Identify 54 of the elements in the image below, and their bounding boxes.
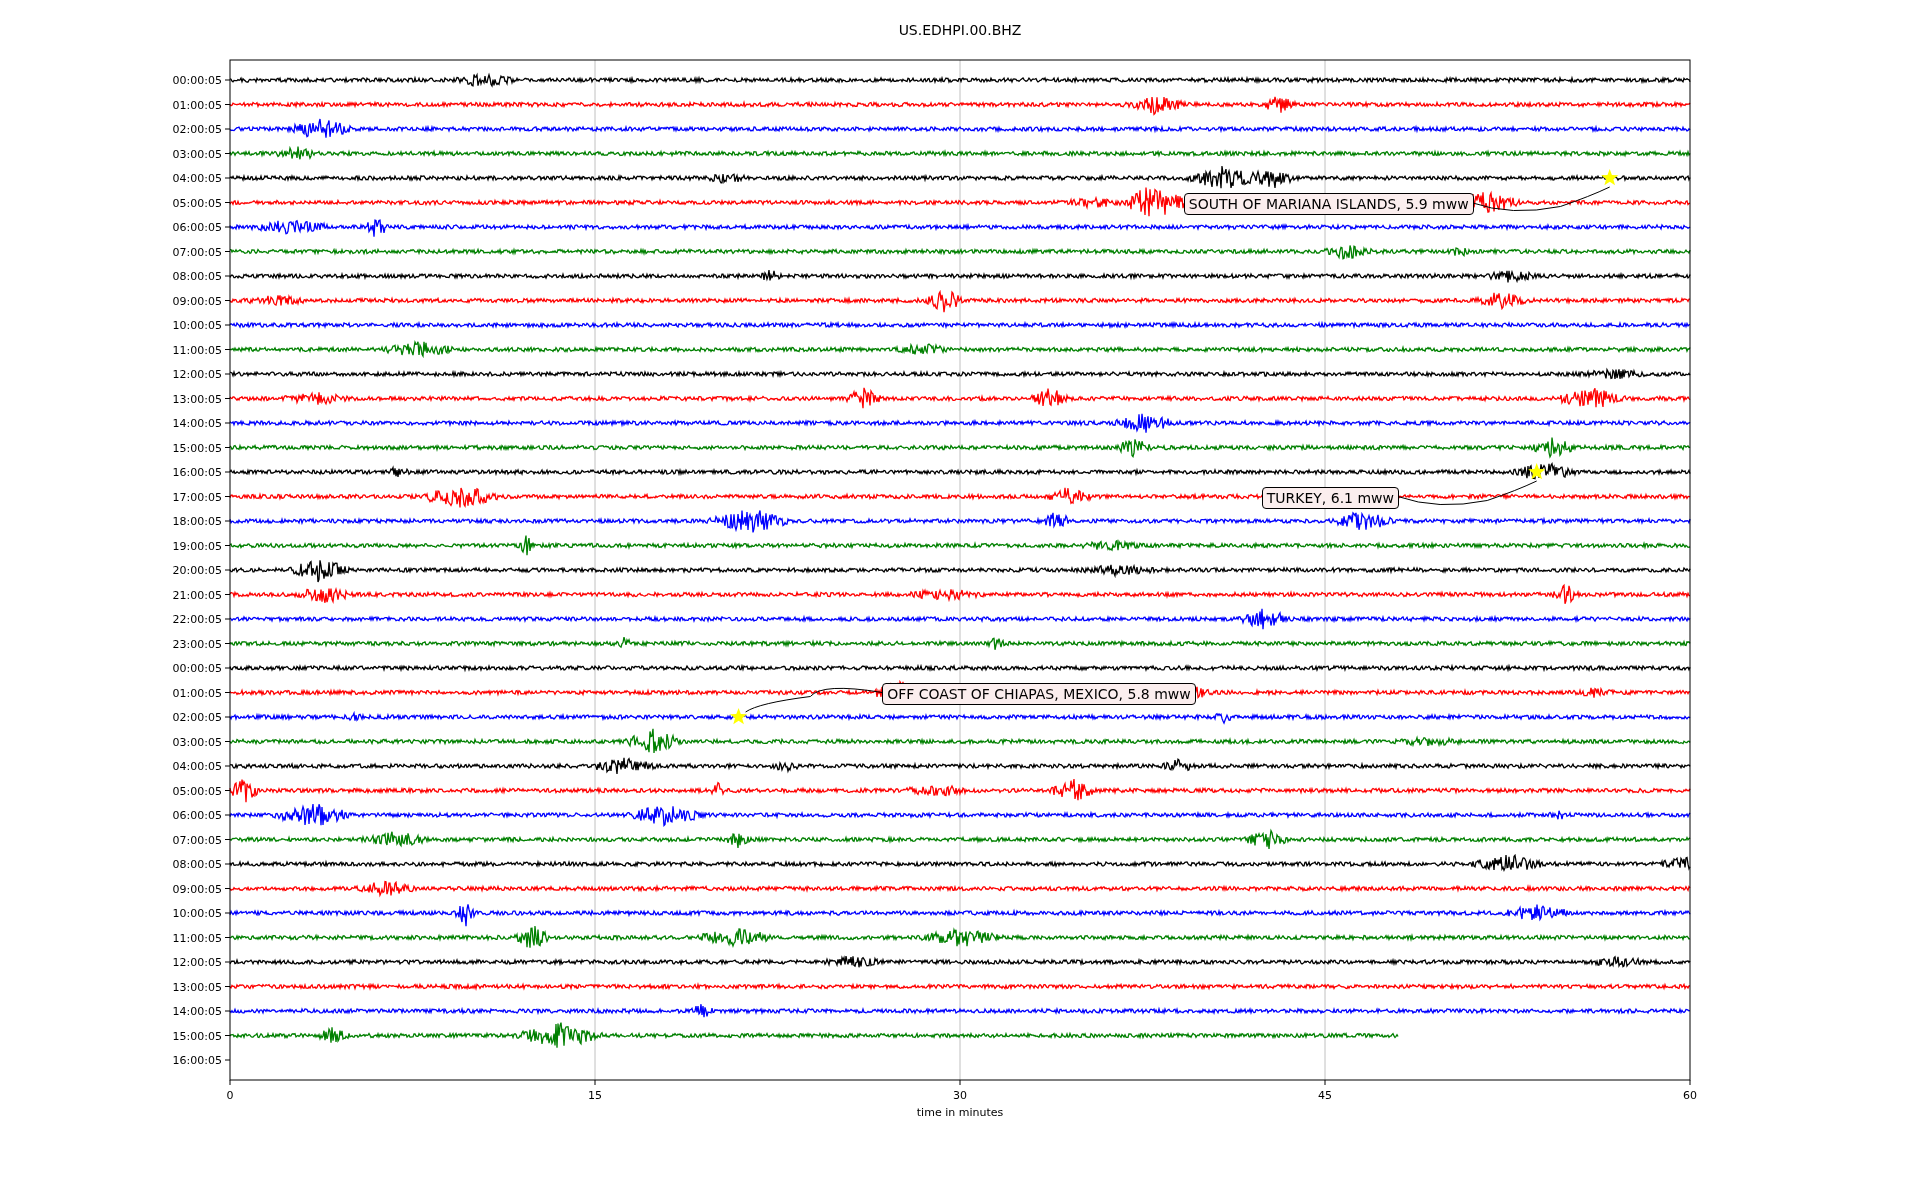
time-label: 05:00:05: [172, 196, 222, 210]
time-label: 06:00:05: [172, 221, 222, 234]
axis-label: time in minutes: [916, 1106, 1004, 1119]
time-label: 01:00:05: [172, 686, 222, 700]
time-label: 09:00:05: [172, 294, 222, 308]
time-label: 17:00:05: [172, 490, 222, 504]
time-label: 19:00:05: [172, 539, 222, 553]
time-label: 07:00:05: [172, 833, 222, 847]
time-label: 10:00:05: [172, 907, 222, 920]
time-label: 18:00:05: [172, 515, 222, 528]
event-star-icon: [730, 708, 748, 725]
time-label: 20:00:05: [172, 564, 222, 577]
time-label: 02:00:05: [172, 123, 222, 136]
time-label: 12:00:05: [172, 368, 222, 381]
time-label: 09:00:05: [172, 882, 222, 896]
time-label: 11:00:05: [172, 343, 222, 357]
time-label: 12:00:05: [172, 956, 222, 969]
time-label: 15:00:05: [172, 441, 222, 455]
time-label: 04:00:05: [172, 172, 222, 185]
time-label: 16:00:05: [172, 1054, 222, 1067]
time-label: 22:00:05: [172, 613, 222, 626]
tick-label: 0: [226, 1089, 234, 1102]
time-label: 07:00:05: [172, 245, 222, 259]
event-star-icon: [1528, 463, 1546, 480]
event-label: SOUTH OF MARIANA ISLANDS, 5.9 mww: [1183, 192, 1474, 215]
time-label: 10:00:05: [172, 319, 222, 332]
tick-label: 45: [1318, 1089, 1332, 1102]
time-label: 11:00:05: [172, 931, 222, 945]
time-label: 23:00:05: [172, 637, 222, 651]
time-label: 21:00:05: [172, 588, 222, 602]
time-label: 08:00:05: [172, 858, 222, 871]
time-label: 03:00:05: [172, 735, 222, 749]
event-star-icon: [1601, 169, 1619, 186]
time-label: 08:00:05: [172, 270, 222, 283]
time-label: 14:00:05: [172, 1005, 222, 1018]
time-label: 16:00:05: [172, 466, 222, 479]
time-label: 04:00:05: [172, 760, 222, 773]
event-label: OFF COAST OF CHIAPAS, MEXICO, 5.8 mww: [882, 682, 1196, 705]
time-label: 13:00:05: [172, 980, 222, 994]
time-label: 06:00:05: [172, 809, 222, 822]
event-label: TURKEY, 6.1 mww: [1261, 486, 1399, 509]
tick-label: 30: [953, 1089, 967, 1102]
time-label: 05:00:05: [172, 784, 222, 798]
time-label: 14:00:05: [172, 417, 222, 430]
time-label: 00:00:05: [172, 74, 222, 87]
tick-label: 60: [1683, 1089, 1697, 1102]
time-label: 13:00:05: [172, 392, 222, 406]
plot-title: US.EDHPI.00.BHZ: [898, 22, 1022, 38]
time-label: 15:00:05: [172, 1029, 222, 1043]
time-label: 02:00:05: [172, 711, 222, 724]
time-label: 01:00:05: [172, 98, 222, 112]
tick-label: 15: [588, 1089, 602, 1102]
time-label: 03:00:05: [172, 147, 222, 161]
time-label: 00:00:05: [172, 662, 222, 675]
